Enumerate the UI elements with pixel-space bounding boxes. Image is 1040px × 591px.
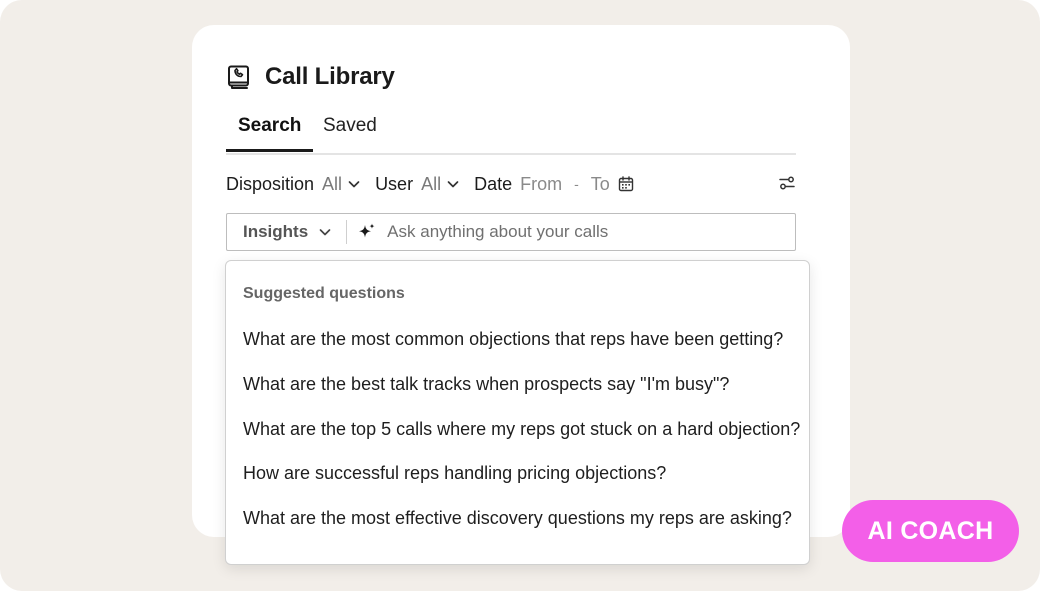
search-bar: Insights <box>226 213 796 251</box>
insights-dropdown-button[interactable]: Insights <box>227 214 346 250</box>
chevron-down-icon <box>446 177 460 191</box>
suggested-question-item[interactable]: What are the top 5 calls where my reps g… <box>243 419 803 440</box>
date-to-field[interactable]: To <box>591 174 610 195</box>
suggested-questions-menu: Suggested questions What are the most co… <box>225 260 810 565</box>
page-title: Call Library <box>265 63 395 90</box>
chevron-down-icon <box>347 177 361 191</box>
user-label: User <box>375 173 414 194</box>
disposition-label: Disposition <box>226 173 315 194</box>
disposition-select[interactable]: All <box>322 174 361 195</box>
ai-coach-badge[interactable]: AI COACH <box>842 500 1019 562</box>
tab-saved[interactable]: Saved <box>311 115 389 149</box>
disposition-value: All <box>322 173 343 194</box>
filter-settings-icon[interactable] <box>778 174 796 192</box>
app-background: Call Library Search Saved Disposition Al… <box>0 0 1040 591</box>
user-select[interactable]: All <box>421 174 460 195</box>
suggested-question-item[interactable]: What are the most common objections that… <box>243 329 803 350</box>
tab-bar: Search Saved <box>226 113 796 155</box>
ask-input[interactable] <box>387 222 778 242</box>
date-label: Date <box>474 173 513 194</box>
chevron-down-icon <box>318 225 332 239</box>
tab-search[interactable]: Search <box>226 115 314 152</box>
sparkle-icon <box>357 222 377 242</box>
panel-header: Call Library <box>226 63 395 91</box>
search-divider <box>346 220 348 244</box>
date-from-field[interactable]: From <box>520 174 562 195</box>
phone-book-icon <box>226 64 252 90</box>
suggested-questions-heading: Suggested questions <box>243 285 405 302</box>
suggested-question-item[interactable]: What are the best talk tracks when prosp… <box>243 374 803 395</box>
suggested-question-item[interactable]: What are the most effective discovery qu… <box>243 508 803 529</box>
user-value: All <box>421 173 442 194</box>
calendar-icon[interactable] <box>618 176 634 192</box>
insights-label: Insights <box>243 222 309 241</box>
date-separator: - <box>574 176 579 192</box>
filter-bar: Disposition All User All Date From - To <box>226 171 796 197</box>
suggested-question-item[interactable]: How are successful reps handling pricing… <box>243 463 803 484</box>
